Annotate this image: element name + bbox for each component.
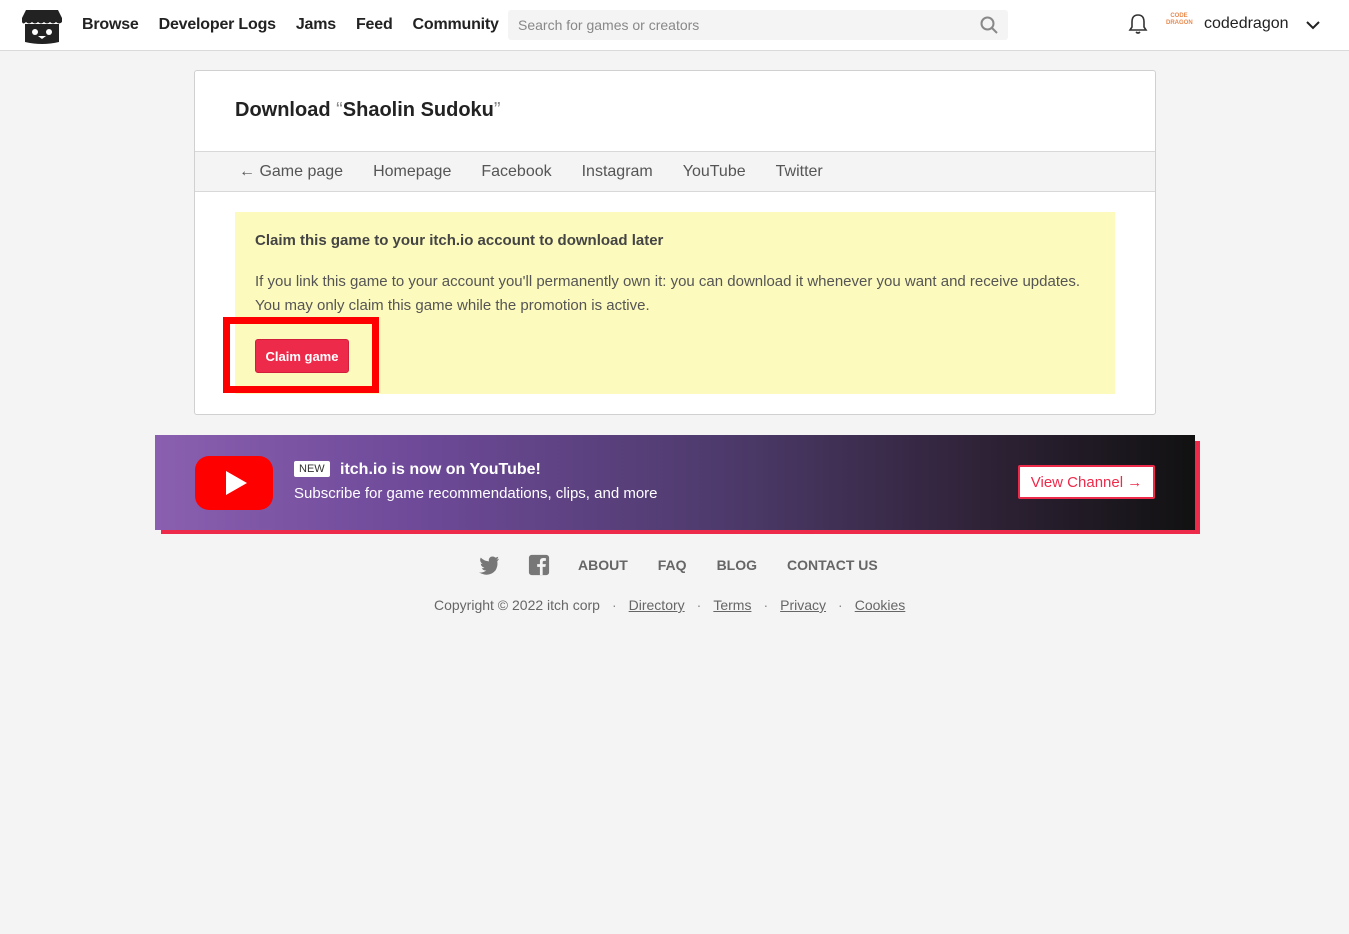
banner-headline: itch.io is now on YouTube! (340, 461, 541, 478)
footer-blog[interactable]: BLOG (717, 557, 757, 573)
banner-subtitle: Subscribe for game recommendations, clip… (294, 485, 658, 502)
youtube-banner[interactable]: NEW itch.io is now on YouTube! Subscribe… (155, 435, 1195, 530)
footer-contact-us[interactable]: CONTACT US (787, 557, 878, 573)
page-title: Download “Shaolin Sudoku” (235, 99, 501, 122)
view-channel-button[interactable]: View Channel → (1018, 465, 1155, 499)
game-subnav: ← Game page Homepage Facebook Instagram … (195, 151, 1155, 192)
subnav-twitter[interactable]: Twitter (776, 163, 823, 181)
itchio-logo-icon[interactable] (22, 8, 62, 44)
search-input[interactable] (508, 10, 968, 40)
copyright-line: Copyright © 2022 itch corp · Directory · Ter… (434, 597, 905, 613)
footer-cookies[interactable]: Cookies (855, 597, 906, 613)
separator: · (611, 597, 617, 613)
chevron-down-icon[interactable] (1304, 16, 1322, 34)
top-header: Browse Developer Logs Jams Feed Communit… (0, 0, 1349, 51)
username[interactable]: codedragon (1204, 15, 1289, 33)
main-nav: Browse Developer Logs Jams Feed Communit… (82, 0, 519, 50)
promo-title: Claim this game to your itch.io account … (255, 232, 664, 249)
nav-jams[interactable]: Jams (296, 16, 336, 34)
twitter-icon[interactable] (478, 554, 500, 576)
subnav-homepage[interactable]: Homepage (373, 163, 451, 181)
separator: · (696, 597, 702, 613)
close-quote: ” (493, 99, 501, 121)
search-icon[interactable] (980, 16, 998, 34)
copyright-text: Copyright © 2022 itch corp (434, 597, 600, 613)
nav-developer-logs[interactable]: Developer Logs (159, 16, 276, 34)
footer-directory[interactable]: Directory (629, 597, 685, 613)
subnav-instagram[interactable]: Instagram (582, 163, 653, 181)
nav-community[interactable]: Community (413, 16, 499, 34)
title-prefix: Download (235, 99, 337, 121)
highlight-box (223, 317, 379, 393)
subnav-facebook[interactable]: Facebook (481, 163, 551, 181)
footer-links: ABOUT FAQ BLOG CONTACT US (478, 552, 908, 578)
nav-browse[interactable]: Browse (82, 16, 139, 34)
footer-about[interactable]: ABOUT (578, 557, 628, 573)
facebook-icon[interactable] (528, 554, 550, 576)
footer-terms[interactable]: Terms (713, 597, 751, 613)
promo-text: If you link this game to your account yo… (255, 273, 1080, 314)
subnav-game-page[interactable]: ← Game page (239, 163, 343, 181)
subnav-youtube[interactable]: YouTube (683, 163, 746, 181)
footer-faq[interactable]: FAQ (658, 557, 687, 573)
youtube-logo-icon (195, 456, 273, 510)
notification-bell-icon[interactable] (1128, 13, 1148, 35)
footer-privacy[interactable]: Privacy (780, 597, 826, 613)
open-quote: “ (336, 99, 343, 121)
search-box (508, 10, 1008, 40)
new-badge: NEW (294, 461, 330, 477)
separator: · (763, 597, 769, 613)
avatar[interactable]: CODE DRAGON (1166, 13, 1193, 35)
separator: · (838, 597, 843, 613)
nav-feed[interactable]: Feed (356, 16, 393, 34)
game-name: Shaolin Sudoku (342, 99, 494, 121)
